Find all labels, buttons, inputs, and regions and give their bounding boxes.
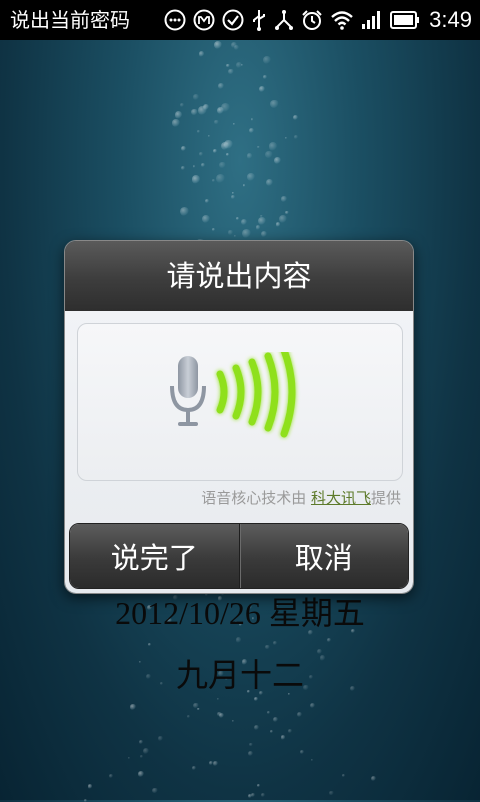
mic-panel xyxy=(77,323,403,481)
microphone-icon xyxy=(170,352,296,438)
dialog-title: 请说出内容 xyxy=(65,241,413,311)
m-icon xyxy=(193,9,215,31)
voice-input-dialog: 请说出内容 语音核心技术由 科大讯飞提供 说完了 取消 xyxy=(64,240,414,594)
usb-icon xyxy=(253,10,266,31)
wifi-icon xyxy=(331,11,353,30)
status-clock: 3:49 xyxy=(429,7,472,32)
check-icon xyxy=(222,9,244,31)
status-bar: 说出当前密码 3:49 xyxy=(0,0,480,40)
alarm-icon xyxy=(302,10,322,30)
status-icons: 3:49 xyxy=(164,6,472,34)
iflytek-link[interactable]: 科大讯飞 xyxy=(311,489,371,507)
done-button[interactable]: 说完了 xyxy=(70,524,239,588)
ellipsis-icon xyxy=(164,9,186,31)
dialog-button-row: 说完了 取消 xyxy=(69,523,409,589)
sound-wave-icon xyxy=(216,352,296,438)
lockscreen-date: 2012/10/26 星期五 xyxy=(115,595,365,631)
signal-icon xyxy=(362,11,381,29)
cancel-button[interactable]: 取消 xyxy=(238,524,408,588)
dialog-body: 语音核心技术由 科大讯飞提供 说完了 取消 xyxy=(65,311,413,593)
battery-icon xyxy=(390,11,420,29)
credit-text: 语音核心技术由 科大讯飞提供 xyxy=(201,487,401,508)
share-icon xyxy=(275,10,294,30)
lockscreen-lunar-date: 九月十二 xyxy=(175,657,304,693)
status-title: 说出当前密码 xyxy=(10,8,130,32)
credit-suffix: 提供 xyxy=(370,489,401,507)
credit-prefix: 语音核心技术由 xyxy=(201,489,311,507)
